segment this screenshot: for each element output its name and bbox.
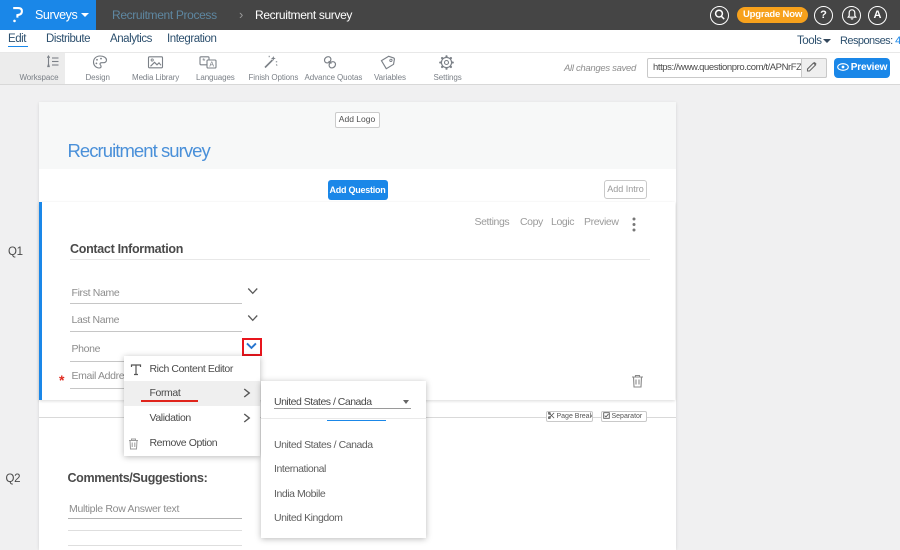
svg-text:*: * [202,57,205,66]
svg-text:A: A [209,62,214,69]
